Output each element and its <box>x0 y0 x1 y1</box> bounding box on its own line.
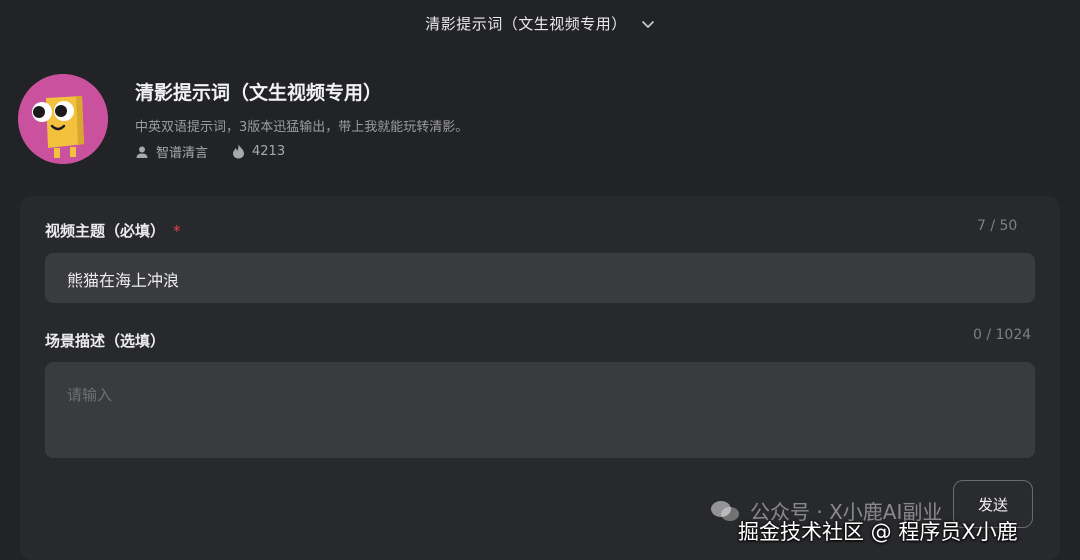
bot-meta: 智谱清言 4213 <box>135 142 309 161</box>
required-mark: * <box>173 222 181 240</box>
topbar[interactable]: 清影提示词（文生视频专用） <box>0 0 1080 46</box>
scene-input[interactable]: 请输入 <box>45 362 1035 458</box>
chevron-down-icon[interactable] <box>641 16 655 30</box>
bot-name: 清影提示词（文生视频专用） <box>135 82 383 104</box>
heat-count: 4213 <box>252 144 286 159</box>
topic-input[interactable]: 熊猫在海上冲浪 <box>45 253 1035 303</box>
topic-label: 视频主题（必填） * <box>45 222 181 240</box>
bot-description: 中英双语提示词，3版本迅猛输出，带上我就能玩转清影。 <box>135 120 469 135</box>
topic-counter: 7 / 50 <box>977 218 1018 234</box>
avatar <box>18 74 108 164</box>
author-info[interactable]: 智谱清言 <box>135 142 208 161</box>
send-button[interactable]: 发送 <box>953 480 1033 528</box>
bot-header: 清影提示词（文生视频专用） 中英双语提示词，3版本迅猛输出，带上我就能玩转清影。… <box>18 74 1058 170</box>
heat-info: 4213 <box>232 144 285 159</box>
prompt-form: 视频主题（必填） * 7 / 50 熊猫在海上冲浪 场景描述（选填） 0 / 10… <box>20 196 1060 560</box>
user-icon <box>136 146 148 158</box>
topbar-title[interactable]: 清影提示词（文生视频专用） <box>425 13 627 34</box>
scene-label: 场景描述（选填） <box>45 332 166 350</box>
flame-icon <box>233 144 245 159</box>
author-name: 智谱清言 <box>156 146 209 161</box>
scene-counter: 0 / 1024 <box>973 327 1032 343</box>
